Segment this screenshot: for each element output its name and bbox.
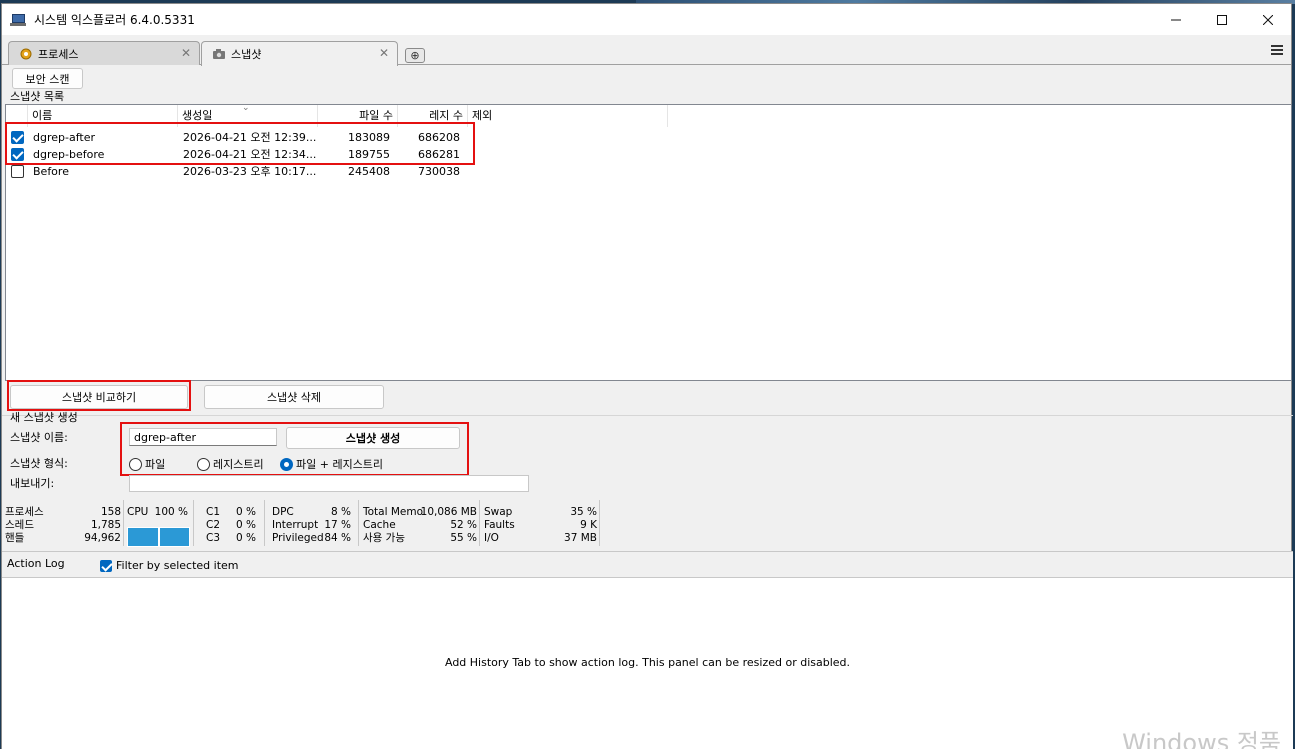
snapshot-type-label: 스냅샷 형식:	[10, 457, 68, 470]
hamburger-menu-icon[interactable]	[1271, 45, 1283, 57]
available-value: 55 %	[450, 532, 477, 544]
snapshot-files: 245408	[348, 165, 390, 178]
c3-value: 0 %	[236, 532, 256, 544]
maximize-button[interactable]	[1199, 4, 1245, 35]
highlight-box	[7, 380, 191, 411]
tab-close-icon[interactable]: ✕	[181, 46, 191, 60]
process-stats: 프로세스 158 스레드 1,785 핸들 94,962	[2, 500, 124, 546]
c1-label: C1	[206, 506, 221, 518]
processes-label: 프로세스	[5, 506, 44, 518]
camera-icon	[212, 47, 226, 61]
memory-stats: Total Memo 10,086 MB Cache 52 % 사용 가능 55…	[359, 500, 480, 546]
tab-processes[interactable]: 프로세스 ✕	[8, 41, 200, 65]
tab-label: 프로세스	[38, 47, 79, 61]
snapshot-registry: 730038	[418, 165, 460, 178]
privileged-label: Privileged	[272, 532, 324, 544]
highlight-box	[120, 422, 469, 476]
faults-value: 9 K	[580, 519, 597, 531]
swap-value: 35 %	[570, 506, 597, 518]
snapshot-created: 2026-03-23 오후 10:17...	[183, 165, 317, 178]
export-label: 내보내기:	[10, 477, 55, 490]
c2-label: C2	[206, 519, 221, 531]
close-button[interactable]	[1245, 4, 1291, 35]
swap-stats: Swap 35 % Faults 9 K I/O 37 MB	[480, 500, 600, 546]
action-log-empty-message: Add History Tab to show action log. This…	[444, 656, 851, 669]
tab-bar: 프로세스 ✕ 스냅샷 ✕ ⊕	[2, 35, 1291, 66]
plus-icon: ⊕	[410, 49, 420, 62]
dpc-value: 8 %	[331, 506, 351, 518]
cache-label: Cache	[363, 519, 396, 531]
gear-icon	[19, 47, 33, 61]
snapshot-name-label: 스냅샷 이름:	[10, 431, 68, 444]
minimize-button[interactable]	[1153, 4, 1199, 35]
add-tab-button[interactable]: ⊕	[405, 48, 425, 63]
tab-snapshot[interactable]: 스냅샷 ✕	[201, 41, 398, 66]
c3-label: C3	[206, 532, 221, 544]
total-memory-label: Total Memo	[363, 506, 424, 518]
cpu-label: CPU	[127, 506, 149, 518]
handles-label: 핸들	[5, 532, 25, 544]
window-title: 시스템 익스플로러 6.4.0.5331	[34, 13, 195, 27]
divider	[2, 415, 1293, 416]
column-header-exclude[interactable]: 제외	[468, 105, 668, 127]
new-snapshot-section-label: 새 스냅샷 생성	[10, 411, 78, 424]
row-checkbox[interactable]	[11, 165, 24, 178]
filter-checkbox[interactable]	[100, 560, 112, 572]
tab-label: 스냅샷	[231, 48, 262, 61]
action-log-panel[interactable]: Action Log Filter by selected item Add H…	[2, 551, 1293, 749]
cache-value: 52 %	[450, 519, 477, 531]
threads-label: 스레드	[5, 519, 34, 531]
threads-value: 1,785	[90, 519, 121, 531]
privileged-value: 84 %	[324, 532, 351, 544]
close-icon	[1263, 14, 1273, 25]
available-label: 사용 가능	[363, 532, 405, 544]
highlight-box	[5, 122, 475, 165]
cpu-value: 100 %	[154, 506, 188, 518]
faults-label: Faults	[484, 519, 515, 531]
tab-close-icon[interactable]: ✕	[379, 46, 389, 60]
app-icon	[10, 13, 26, 26]
maximize-icon	[1217, 14, 1227, 25]
io-label: I/O	[484, 532, 499, 544]
minimize-icon	[1171, 19, 1181, 20]
cpu-usage-graph	[127, 527, 190, 547]
c2-value: 0 %	[236, 519, 256, 531]
interrupt-value: 17 %	[324, 519, 351, 531]
c1-value: 0 %	[236, 506, 256, 518]
app-window: 시스템 익스플로러 6.4.0.5331 프로세스 ✕ 스냅샷 ✕ ⊕ 보안 스…	[1, 3, 1293, 749]
snapshot-name: Before	[33, 165, 69, 178]
snapshot-list-label: 스냅샷 목록	[10, 90, 65, 103]
total-memory-value: 10,086 MB	[420, 506, 477, 518]
cstate-stats: C1 0 % C2 0 % C3 0 %	[194, 500, 265, 546]
swap-label: Swap	[484, 506, 513, 518]
kernel-stats: DPC 8 % Interrupt 17 % Privileged 84 %	[265, 500, 359, 546]
io-value: 37 MB	[564, 532, 597, 544]
sort-desc-icon: ⌄	[242, 103, 250, 113]
action-log-header: Action Log Filter by selected item	[2, 552, 1293, 578]
handles-value: 94,962	[84, 532, 121, 544]
table-row[interactable]: Before 2026-03-23 오후 10:17... 245408 730…	[6, 163, 1291, 180]
security-scan-button[interactable]: 보안 스캔	[12, 68, 83, 89]
interrupt-label: Interrupt	[272, 519, 319, 531]
filter-label: Filter by selected item	[116, 559, 239, 572]
delete-snapshot-button[interactable]: 스냅샷 삭제	[204, 385, 384, 409]
processes-value: 158	[100, 506, 121, 518]
dpc-label: DPC	[272, 506, 294, 518]
stats-bar: 프로세스 158 스레드 1,785 핸들 94,962 CPU 100 % C…	[2, 500, 602, 548]
export-input[interactable]	[129, 475, 529, 492]
action-log-title: Action Log	[7, 557, 65, 570]
windows-activation-watermark: Windows 정품	[1122, 729, 1281, 749]
title-bar[interactable]: 시스템 익스플로러 6.4.0.5331	[2, 4, 1291, 35]
